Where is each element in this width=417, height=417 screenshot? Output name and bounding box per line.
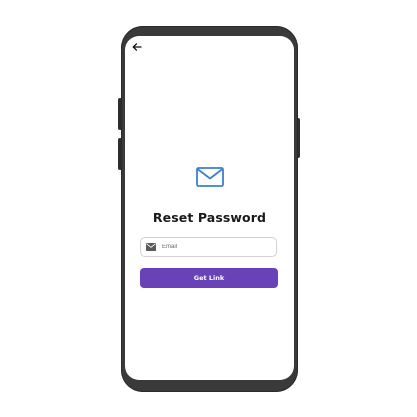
page-title: Reset Password bbox=[152, 210, 267, 225]
get-link-button[interactable]: Get Link bbox=[140, 268, 278, 288]
reset-password-screen: Reset Password Get Link bbox=[125, 36, 294, 380]
stage: Reset Password Get Link bbox=[0, 0, 417, 417]
arrow-left-icon bbox=[132, 43, 142, 51]
envelope-icon bbox=[146, 243, 156, 251]
email-field[interactable] bbox=[140, 237, 277, 257]
email-input[interactable] bbox=[162, 244, 272, 250]
envelope-icon bbox=[196, 167, 224, 187]
back-button[interactable] bbox=[130, 40, 144, 54]
